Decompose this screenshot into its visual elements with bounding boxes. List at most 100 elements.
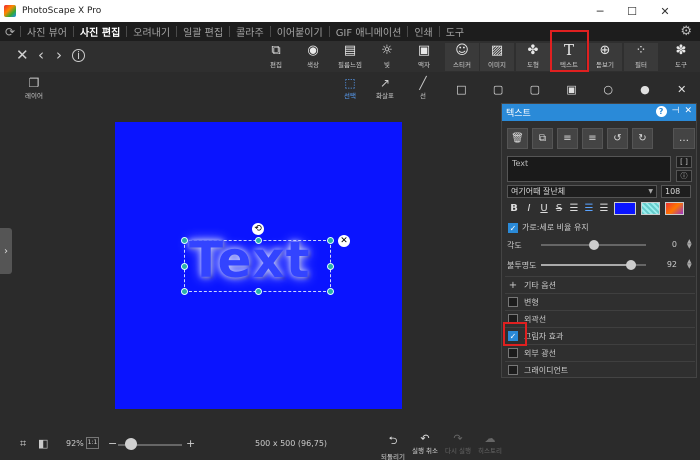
angle-knob[interactable] (588, 240, 599, 250)
history-button[interactable]: ☁ 히스토리 (472, 432, 508, 455)
arrow-tool[interactable]: ↗ 화살표 (370, 76, 400, 100)
option-outer-glow[interactable]: 외부 광선 (505, 344, 695, 361)
option-shadow[interactable]: ✓ 그림자 효과 (505, 327, 695, 344)
font-select[interactable]: 여기어때 잘난체 ▼ (507, 185, 657, 198)
resize-handle[interactable] (327, 263, 334, 270)
close-panel-icon[interactable]: ✕ (684, 106, 692, 117)
gradient-swatch[interactable] (665, 202, 684, 215)
close-window-button[interactable]: ✕ (650, 0, 680, 22)
opacity-spinner-icon[interactable]: ▲ ▼ (687, 259, 692, 270)
resize-handle[interactable] (181, 263, 188, 270)
left-panel-toggle[interactable]: › (0, 228, 12, 274)
tool-shape[interactable]: ✤ 도형 (516, 43, 550, 71)
option-outline[interactable]: 외곽선 (505, 310, 695, 327)
resize-handle[interactable] (255, 288, 262, 295)
resize-handle[interactable] (327, 288, 334, 295)
home-icon[interactable]: ⟳ (0, 25, 20, 39)
menu-cut-out[interactable]: 오려내기 (127, 24, 176, 39)
menu-photo-editor[interactable]: 사진 편집 (74, 24, 126, 39)
rounded-square-alt-icon[interactable]: ▢ (516, 83, 553, 96)
fit-view-icon[interactable]: ⌗ (20, 437, 26, 451)
menu-collage[interactable]: 콜라주 (230, 24, 270, 39)
resize-handle[interactable] (181, 288, 188, 295)
rounded-square-icon[interactable]: ▢ (480, 83, 517, 96)
tool-frame[interactable]: ▣ 액자 (407, 43, 441, 71)
bold-icon[interactable]: B (509, 203, 519, 214)
text-input[interactable]: Text (507, 156, 671, 182)
angle-track[interactable] (541, 240, 646, 250)
settings-gear-icon[interactable]: ⚙ (680, 24, 692, 39)
send-backward-icon[interactable]: ≡ (582, 128, 603, 149)
split-view-icon[interactable]: ◧ (38, 437, 48, 450)
previous-photo-icon[interactable]: ‹ (38, 47, 44, 63)
zoom-out-icon[interactable]: − (108, 437, 117, 450)
circle-shape-icon[interactable]: ○ (590, 83, 627, 96)
option-transform[interactable]: 변형 (505, 293, 695, 310)
bring-forward-icon[interactable]: ≡ (557, 128, 578, 149)
tool-filter[interactable]: ⁘ 필터 (624, 43, 658, 71)
rotate-left-icon[interactable]: ↺ (607, 128, 628, 149)
layer-button[interactable]: ❐ 레이어 (20, 76, 48, 100)
underline-icon[interactable]: U (539, 203, 549, 214)
next-photo-icon[interactable]: › (56, 47, 62, 63)
menu-print[interactable]: 인쇄 (408, 24, 438, 39)
transform-checkbox[interactable] (508, 297, 518, 307)
menu-batch[interactable]: 일괄 편집 (177, 24, 229, 39)
line-tool[interactable]: ╱ 선 (408, 76, 438, 100)
align-left-icon[interactable]: ☰ (569, 203, 579, 214)
tool-magnifier[interactable]: ⊕ 돋보기 (588, 43, 622, 71)
filled-rounded-square-icon[interactable]: ▣ (553, 83, 590, 96)
square-shape-icon[interactable]: □ (443, 83, 480, 96)
maximize-button[interactable]: ☐ (617, 0, 647, 22)
tool-color[interactable]: ◉ 색상 (296, 43, 330, 71)
delete-icon[interactable]: 🗑 (507, 128, 528, 149)
tool-sticker[interactable]: ☺ 스티커 (445, 43, 479, 71)
strikethrough-icon[interactable]: S (554, 203, 564, 214)
tool-light[interactable]: ☼ 빛 (370, 43, 404, 71)
opacity-knob[interactable] (626, 260, 637, 270)
opacity-track[interactable] (541, 260, 646, 270)
zoom-in-icon[interactable]: + (186, 437, 195, 450)
menu-tools[interactable]: 도구 (440, 24, 470, 39)
minimize-button[interactable]: ─ (585, 0, 615, 22)
keep-ratio-row[interactable]: ✓ 가로:세로 비율 유지 (508, 222, 589, 233)
rotate-right-icon[interactable]: ↻ (632, 128, 653, 149)
gradient-checkbox[interactable] (508, 365, 518, 375)
revert-button[interactable]: ⮌ 되돌리기 (375, 432, 411, 460)
redo-button[interactable]: ↷ 다시 실행 (440, 432, 476, 455)
delete-object-icon[interactable]: ✕ (338, 235, 350, 247)
menu-combine[interactable]: 이어붙이기 (271, 24, 329, 39)
resize-handle[interactable] (327, 237, 334, 244)
text-object[interactable]: Text (184, 231, 331, 292)
outer-glow-checkbox[interactable] (508, 348, 518, 358)
text-color-swatch[interactable] (614, 202, 636, 215)
align-right-icon[interactable]: ☰ (599, 203, 609, 214)
filled-circle-icon[interactable]: ● (627, 83, 664, 96)
duplicate-icon[interactable]: ⧉ (532, 128, 553, 149)
align-center-icon[interactable]: ☰ (584, 203, 594, 214)
more-options-icon[interactable]: … (673, 128, 695, 149)
help-icon[interactable]: ? (655, 106, 667, 117)
extra-options-row[interactable]: + 기타 옵션 (505, 276, 695, 293)
font-size-select[interactable]: 108 (661, 185, 691, 198)
menu-gif[interactable]: GIF 애니메이션 (330, 24, 408, 39)
zoom-knob[interactable] (125, 438, 137, 450)
text-bracket-button[interactable]: [ ] (676, 156, 692, 168)
tool-tools[interactable]: ✽ 도구 (664, 43, 698, 71)
rotate-handle-icon[interactable]: ⟲ (252, 223, 264, 235)
tool-edit[interactable]: ⧉ 편집 (259, 43, 293, 71)
pattern-swatch[interactable] (641, 202, 660, 215)
undo-button[interactable]: ↶ 실행 취소 (407, 432, 443, 455)
actual-size-button[interactable]: 1:1 (86, 437, 99, 449)
info-icon[interactable]: i (72, 49, 85, 62)
tool-image[interactable]: ▨ 이미지 (480, 43, 514, 71)
resize-handle[interactable] (255, 237, 262, 244)
tool-film[interactable]: ▤ 필름느낌 (333, 43, 367, 71)
menu-photo-viewer[interactable]: 사진 뷰어 (21, 24, 73, 39)
resize-handle[interactable] (181, 237, 188, 244)
pin-icon[interactable]: ⊣ (672, 106, 680, 117)
angle-spinner-icon[interactable]: ▲ ▼ (687, 239, 692, 250)
close-shape-bar-icon[interactable]: ✕ (663, 83, 700, 96)
keep-ratio-checkbox[interactable]: ✓ (508, 222, 518, 233)
option-gradient[interactable]: 그래이디언트 (505, 361, 695, 378)
